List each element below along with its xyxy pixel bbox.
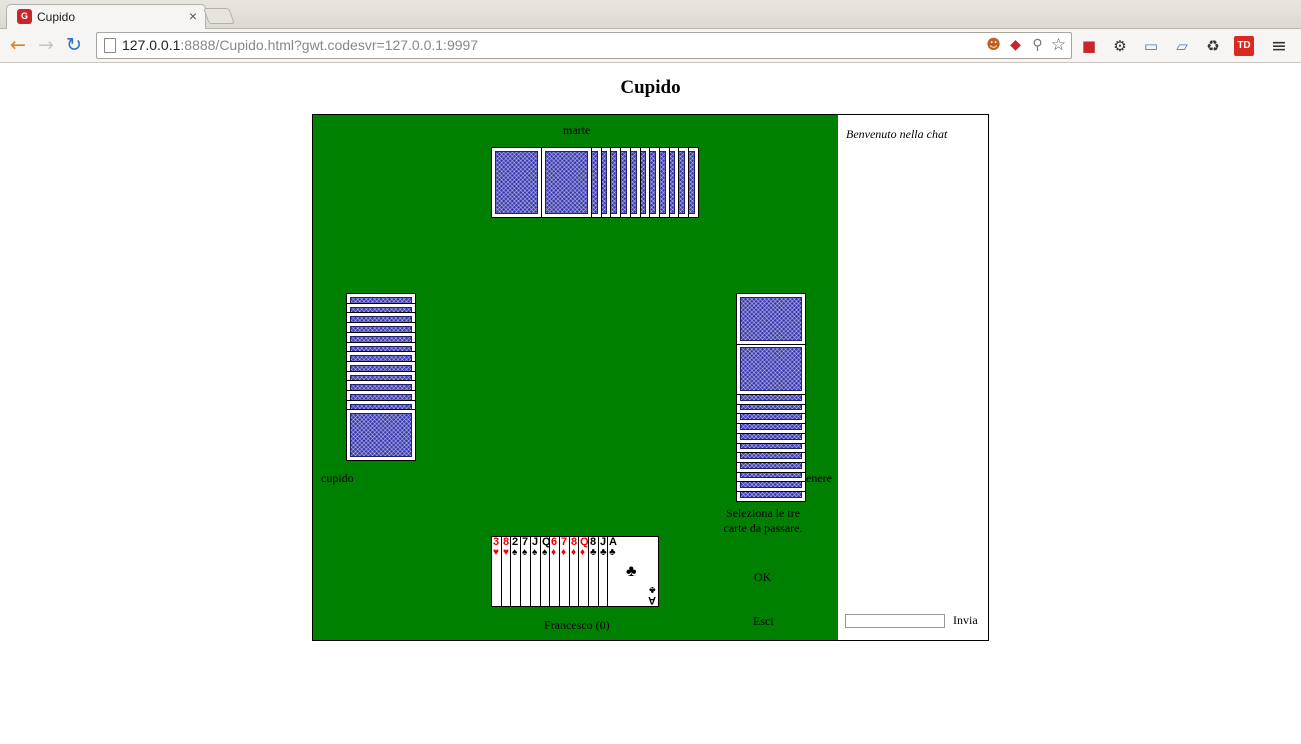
player-bottom-name: Francesco (0) (544, 618, 610, 632)
tab-close-icon[interactable]: × (189, 8, 197, 24)
player-top-name: marte (563, 123, 591, 137)
card-back-pattern (740, 347, 802, 391)
card-suit-icon: ♠ (542, 547, 548, 558)
card-suit-icon: ♠ (512, 547, 518, 558)
ok-button[interactable]: OK (754, 570, 771, 585)
chat-panel: Benvenuto nella chat Invia (838, 115, 988, 640)
page-title: Cupido (620, 77, 681, 98)
card-table: marte cupido venere Francesco (0) 3 ♥ 8 ♥ 2 ♠… (313, 115, 838, 640)
card-suit-icon: ♦ (561, 547, 567, 558)
address-bar[interactable]: 127.0.0.1:8888/Cupido.html?gwt.codesvr=1… (96, 32, 1072, 59)
player-hand: 3 ♥ 8 ♥ 2 ♠ 7 ♠ J ♠ Q ♠ 6 ♦ 7 ♦ 8 ♦ Q ♦ 8 ♣ J ♣ A ♣ ♣ ♣ A (491, 536, 661, 607)
card-rank-inverted: A (648, 594, 656, 606)
opponent-right-card (736, 343, 806, 395)
card-suit-icon: ♣ (609, 547, 616, 558)
favicon-icon: G (17, 9, 32, 24)
bookmark-star-icon[interactable]: ☆ (1050, 37, 1067, 54)
instruction-text: Seleziona le tre carte da passare. (723, 506, 803, 535)
stop-extension-icon[interactable]: ■ (1079, 36, 1099, 56)
card-suit-icon: ♦ (551, 547, 557, 558)
opponent-top-card (491, 147, 542, 218)
card-suit-icon: ♣ (590, 547, 597, 558)
zoom-icon[interactable]: ⚲ (1029, 37, 1046, 54)
chat-input[interactable] (845, 614, 945, 628)
tab-strip: G Cupido × (0, 0, 1301, 29)
card-suit-icon: ♦ (571, 547, 577, 558)
page-icon (104, 38, 116, 53)
opponent-right-card (736, 293, 806, 345)
card-suit-icon: ♥ (493, 547, 499, 558)
card-back-pattern (545, 151, 588, 214)
url-host: 127.0.0.1 (122, 37, 181, 53)
browser-toolbar: ← → ↻ 127.0.0.1:8888/Cupido.html?gwt.cod… (0, 29, 1301, 63)
exit-button[interactable]: Esci (753, 614, 774, 629)
menu-icon[interactable]: ≡ (1269, 36, 1289, 56)
new-tab-button[interactable] (203, 8, 235, 24)
recycle-extension-icon[interactable]: ♻ (1203, 36, 1223, 56)
user-extension-icon[interactable]: ☻ (985, 37, 1002, 54)
chat-welcome-message: Benvenuto nella chat (846, 127, 948, 141)
chat-send-button[interactable]: Invia (953, 613, 978, 628)
card-suit-icon-inverted: ♣ (649, 584, 656, 595)
opponent-left-card (346, 409, 416, 461)
opponent-top-card (541, 147, 592, 218)
reload-icon[interactable]: ↻ (63, 34, 85, 56)
player-card[interactable]: A ♣ ♣ ♣ A (607, 536, 659, 607)
card-suit-icon: ♣ (600, 547, 607, 558)
card-suit-icon: ♠ (532, 547, 538, 558)
player-left-name: cupido (321, 471, 354, 485)
back-icon[interactable]: ← (7, 34, 29, 56)
card-center-suit-icon: ♣ (626, 563, 637, 580)
url-text[interactable]: 127.0.0.1:8888/Cupido.html?gwt.codesvr=1… (122, 37, 478, 53)
td-extension-icon[interactable]: TD (1234, 36, 1254, 56)
window-extension-icon[interactable]: ▭ (1141, 36, 1161, 56)
url-path: :8888/Cupido.html?gwt.codesvr=127.0.0.1:… (180, 37, 479, 53)
card-back-pattern (495, 151, 538, 214)
gear-icon[interactable]: ⚙ (1110, 36, 1130, 56)
card-suit-icon: ♦ (580, 547, 586, 558)
card-back-pattern (350, 413, 412, 457)
gwt-extension-icon[interactable]: ◆ (1007, 37, 1024, 54)
forward-icon[interactable]: → (35, 34, 57, 56)
browser-tab[interactable]: G Cupido × (6, 4, 206, 29)
game-container: marte cupido venere Francesco (0) 3 ♥ 8 ♥ 2 ♠… (312, 114, 989, 641)
card-back-pattern (740, 297, 802, 341)
tab-title: Cupido (37, 10, 76, 24)
card-suit-icon: ♥ (503, 547, 509, 558)
card-suit-icon: ♠ (522, 547, 528, 558)
folder-extension-icon[interactable]: ▱ (1172, 36, 1192, 56)
